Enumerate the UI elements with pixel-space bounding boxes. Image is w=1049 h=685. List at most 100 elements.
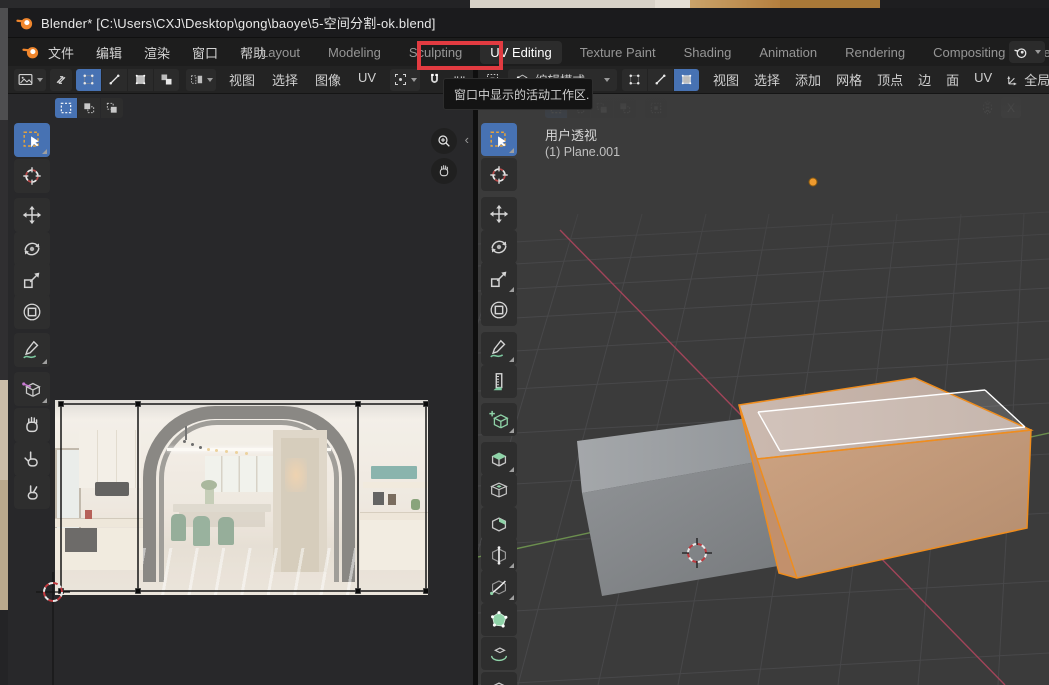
poly-build-icon bbox=[488, 609, 510, 631]
uv-tool-move[interactable] bbox=[14, 198, 50, 232]
uv-select-face-button[interactable] bbox=[128, 69, 153, 91]
vp-menu-edge[interactable]: 边 bbox=[918, 70, 931, 89]
scene-selector[interactable] bbox=[1009, 41, 1045, 63]
uv-tool-cursor[interactable] bbox=[14, 159, 50, 193]
vp-menu-uv[interactable]: UV bbox=[974, 70, 992, 89]
smooth-icon bbox=[488, 678, 510, 685]
sticky-selection-icon bbox=[189, 72, 204, 87]
orientation-label: 全局 bbox=[1024, 70, 1049, 89]
relax-icon bbox=[21, 448, 43, 470]
vp-tool-annotate[interactable] bbox=[481, 332, 517, 365]
vp-tool-bevel[interactable] bbox=[481, 507, 517, 540]
vp-tool-add-cube[interactable] bbox=[481, 403, 517, 436]
uv-tool-pinch[interactable] bbox=[14, 475, 50, 509]
uv-sync-selection-toggle[interactable] bbox=[50, 69, 72, 91]
vp-tool-transform[interactable] bbox=[481, 293, 517, 326]
move-icon bbox=[488, 203, 510, 225]
rotate-icon bbox=[488, 236, 510, 258]
2d-cursor-icon bbox=[21, 165, 43, 187]
vertex-mode-icon bbox=[81, 72, 96, 87]
uv-tool-rip-region[interactable] bbox=[14, 372, 50, 406]
vp-tool-move[interactable] bbox=[481, 197, 517, 230]
uv-zoom-button[interactable] bbox=[431, 128, 457, 154]
background-window-top-strip bbox=[0, 0, 1049, 8]
tab-layout[interactable]: Layout bbox=[251, 41, 310, 64]
uv-select-vertex-button[interactable] bbox=[76, 69, 101, 91]
uv-select-edge-button[interactable] bbox=[102, 69, 127, 91]
vp-menu-mesh[interactable]: 网格 bbox=[836, 70, 862, 89]
select-vertex-button[interactable] bbox=[622, 69, 647, 91]
vp-tool-select-box[interactable] bbox=[481, 123, 517, 156]
tab-texture-paint[interactable]: Texture Paint bbox=[570, 41, 666, 64]
select-edge-button[interactable] bbox=[648, 69, 673, 91]
chevron-down-icon bbox=[604, 78, 610, 82]
viewport-3d: 编辑模式 视图 选择 添加 网格 顶点 边 面 UV 全局 bbox=[478, 66, 1049, 685]
transform-orientation-dropdown[interactable]: 全局 bbox=[1002, 69, 1049, 91]
uv-menu-view[interactable]: 视图 bbox=[229, 70, 255, 89]
uv-tool-relax[interactable] bbox=[14, 442, 50, 476]
uv-tool-scale[interactable] bbox=[14, 263, 50, 297]
vp-menu-vertex[interactable]: 顶点 bbox=[877, 70, 903, 89]
menu-window[interactable]: 窗口 bbox=[192, 43, 218, 62]
workspace-tabs: Layout Modeling Sculpting UV Editing Tex… bbox=[251, 38, 1049, 66]
menu-edit[interactable]: 编辑 bbox=[96, 43, 122, 62]
uv-menu-uv[interactable]: UV bbox=[358, 70, 376, 89]
viewport-canvas[interactable]: X bbox=[478, 94, 1049, 685]
vp-tool-cursor[interactable] bbox=[481, 158, 517, 191]
uv-menu-image[interactable]: 图像 bbox=[315, 70, 341, 89]
vp-tool-scale[interactable] bbox=[481, 262, 517, 295]
pinch-icon bbox=[21, 481, 43, 503]
uv-tool-grab[interactable] bbox=[14, 408, 50, 442]
vp-menu-view[interactable]: 视图 bbox=[713, 70, 739, 89]
annotate-icon bbox=[488, 338, 510, 360]
uv-tool-annotate[interactable] bbox=[14, 333, 50, 367]
view-perspective-label: 用户透视 bbox=[545, 125, 597, 144]
uv-menu-row: 视图 选择 图像 UV bbox=[229, 70, 376, 89]
uv-sticky-selection-dropdown[interactable] bbox=[186, 69, 216, 91]
uv-tool-transform[interactable] bbox=[14, 295, 50, 329]
vp-menu-select[interactable]: 选择 bbox=[754, 70, 780, 89]
uv-pan-button[interactable] bbox=[431, 158, 457, 184]
vp-tool-knife[interactable] bbox=[481, 570, 517, 603]
vp-tool-spin[interactable] bbox=[481, 637, 517, 670]
red-annotation-box bbox=[417, 41, 503, 70]
select-face-button[interactable] bbox=[674, 69, 699, 91]
main-menus: 文件 编辑 渲染 窗口 帮助 bbox=[48, 38, 266, 66]
menu-render[interactable]: 渲染 bbox=[144, 43, 170, 62]
uv-sidebar-collapse-arrow[interactable]: ‹ bbox=[465, 132, 469, 147]
uv-menu-select[interactable]: 选择 bbox=[272, 70, 298, 89]
tab-rendering[interactable]: Rendering bbox=[835, 41, 915, 64]
uv-2d-cursor bbox=[36, 572, 70, 685]
tab-shading[interactable]: Shading bbox=[674, 41, 742, 64]
uv-select-island-button[interactable] bbox=[154, 69, 179, 91]
uv-editor: 视图 选择 图像 UV bbox=[8, 66, 473, 685]
uv-editor-type-dropdown[interactable] bbox=[14, 69, 46, 91]
vp-menu-add[interactable]: 添加 bbox=[795, 70, 821, 89]
vp-tool-extrude[interactable] bbox=[481, 442, 517, 475]
tab-compositing[interactable]: Compositing bbox=[923, 41, 1015, 64]
uv-tool-select-box[interactable] bbox=[14, 123, 50, 157]
uv-tool-rotate[interactable] bbox=[14, 232, 50, 266]
editor-divider[interactable] bbox=[473, 66, 478, 685]
uv-canvas[interactable]: ‹ bbox=[8, 94, 473, 685]
vp-tool-measure[interactable] bbox=[481, 365, 517, 398]
vp-menu-face[interactable]: 面 bbox=[946, 70, 959, 89]
sync-arrows-icon bbox=[53, 72, 69, 88]
vertex-mode-icon bbox=[627, 72, 642, 87]
image-editor-icon bbox=[17, 71, 34, 88]
active-object-label: (1) Plane.001 bbox=[545, 145, 620, 159]
vp-tool-rotate[interactable] bbox=[481, 230, 517, 263]
vp-tool-loop-cut[interactable] bbox=[481, 538, 517, 571]
vp-tool-smooth[interactable] bbox=[481, 672, 517, 685]
knife-icon bbox=[488, 576, 510, 598]
chevron-down-icon bbox=[37, 78, 43, 82]
blender-menu-icon[interactable] bbox=[22, 43, 40, 61]
uv-snap-toggle[interactable] bbox=[424, 69, 445, 91]
tab-modeling[interactable]: Modeling bbox=[318, 41, 391, 64]
menu-file[interactable]: 文件 bbox=[48, 43, 74, 62]
bevel-icon bbox=[488, 513, 510, 535]
vp-tool-inset[interactable] bbox=[481, 474, 517, 507]
uv-pivot-dropdown[interactable] bbox=[390, 69, 420, 91]
vp-tool-poly-build[interactable] bbox=[481, 603, 517, 636]
tab-animation[interactable]: Animation bbox=[749, 41, 827, 64]
